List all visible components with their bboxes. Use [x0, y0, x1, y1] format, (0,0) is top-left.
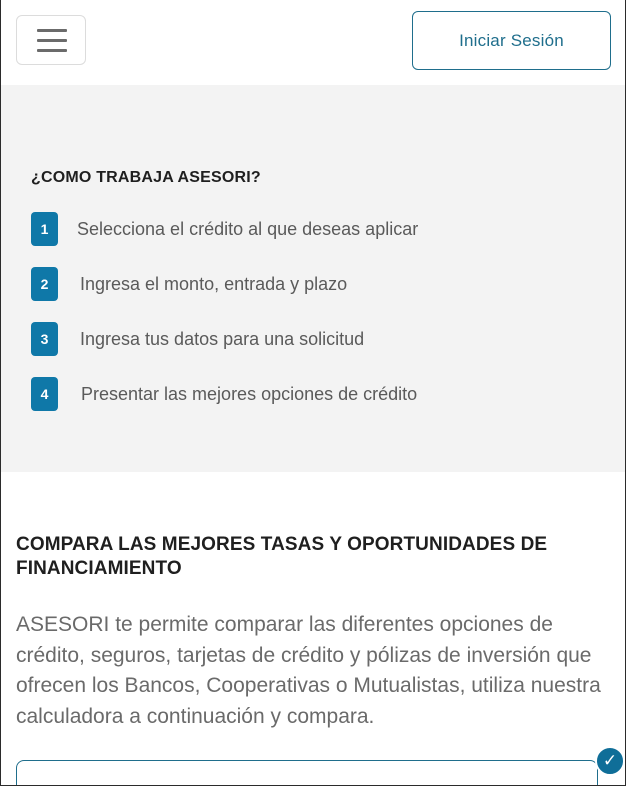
step-text: Presentar las mejores opciones de crédit…: [81, 383, 418, 404]
how-it-works-section: ¿COMO TRABAJA ASESORI? 1 Selecciona el c…: [1, 85, 625, 472]
step-number-badge: 3: [31, 322, 58, 356]
step-text: Ingresa el monto, entrada y plazo: [80, 273, 348, 294]
hamburger-menu-icon-bar: [37, 49, 67, 52]
checkmark-icon: ✓: [595, 746, 625, 776]
step-item: 1 Selecciona el crédito al que deseas ap…: [31, 212, 418, 246]
step-item: 2 Ingresa el monto, entrada y plazo: [31, 267, 347, 301]
step-item: 4 Presentar las mejores opciones de créd…: [31, 377, 417, 411]
compare-description: ASESORI te permite comparar las diferent…: [16, 613, 601, 728]
hamburger-menu-icon: [37, 29, 67, 32]
calculator-card[interactable]: [16, 760, 598, 785]
how-it-works-title: ¿COMO TRABAJA ASESORI?: [31, 169, 261, 186]
hamburger-menu-icon-bar: [37, 39, 67, 42]
menu-button[interactable]: [16, 15, 86, 65]
step-number-badge: 1: [31, 212, 58, 246]
step-text: Ingresa tus datos para una solicitud: [80, 328, 365, 349]
step-item: 3 Ingresa tus datos para una solicitud: [31, 322, 364, 356]
step-number-badge: 2: [31, 267, 58, 301]
step-number-badge: 4: [31, 377, 58, 411]
compare-title: COMPARA LAS MEJORES TASAS Y OPORTUNIDADE…: [16, 534, 548, 579]
login-button[interactable]: Iniciar Sesión: [412, 11, 611, 70]
header: Iniciar Sesión: [1, 0, 625, 85]
page-frame: Iniciar Sesión ¿COMO TRABAJA ASESORI? 1 …: [0, 0, 626, 786]
step-text: Selecciona el crédito al que deseas apli…: [77, 218, 419, 239]
